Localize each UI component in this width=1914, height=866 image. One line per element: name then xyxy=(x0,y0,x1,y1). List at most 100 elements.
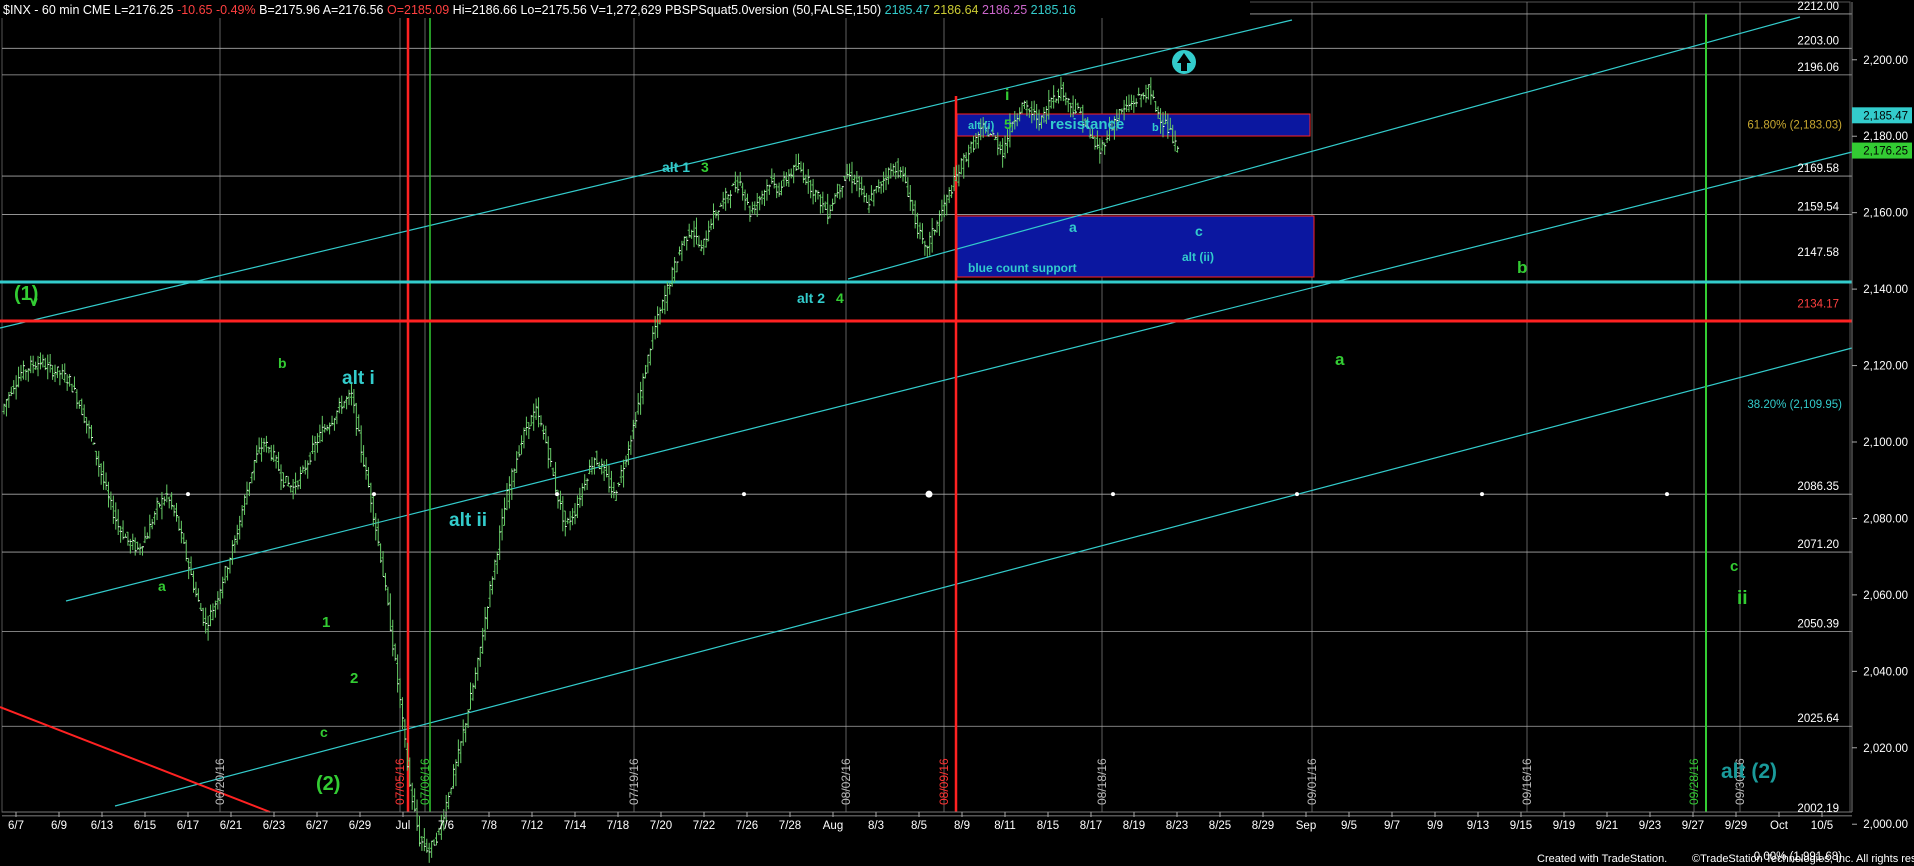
wave-label: c xyxy=(320,724,328,740)
x-tick-label: 8/19 xyxy=(1123,820,1145,832)
y-tick-label: 2,000.00 xyxy=(1863,819,1908,831)
dot-marker xyxy=(1295,492,1299,497)
wave-label: alt ii xyxy=(449,510,487,531)
box-label-alt-i: alt (i) xyxy=(968,120,995,132)
dot-marker xyxy=(925,490,933,498)
footer-copyright: ©TradeStation Technologies, Inc. All rig… xyxy=(1692,853,1914,865)
dot-marker xyxy=(1111,492,1115,497)
dot-marker xyxy=(1480,492,1484,497)
wave-label: v xyxy=(30,293,38,309)
dot-marker xyxy=(555,492,559,497)
date-label: 09/01/16 xyxy=(1305,758,1319,805)
x-tick-label: 8/9 xyxy=(954,820,970,832)
y-tick-label: 2,140.00 xyxy=(1863,284,1908,296)
footer-created: Created with TradeStation. xyxy=(1537,853,1667,865)
y-tick-label: 2,040.00 xyxy=(1863,666,1908,678)
level-label: 2086.35 xyxy=(1797,481,1839,493)
wave-label: ii xyxy=(1737,588,1748,609)
x-tick-label: 8/11 xyxy=(994,820,1016,832)
date-label: 09/28/16 xyxy=(1687,758,1701,805)
wave-label: 4 xyxy=(836,290,844,306)
x-tick-label: 9/23 xyxy=(1639,820,1661,832)
x-tick-label: 6/7 xyxy=(8,820,24,832)
price-flag-label: 2,185.47 xyxy=(1863,110,1908,122)
wave-label: alt 1 xyxy=(662,159,690,175)
level-label: 2071.20 xyxy=(1797,539,1839,551)
level-label: 2147.58 xyxy=(1797,247,1839,259)
x-tick-label: 8/15 xyxy=(1037,820,1059,832)
wave-label: i xyxy=(1005,87,1009,104)
y-tick-label: 2,020.00 xyxy=(1863,743,1908,755)
x-tick-label: Aug xyxy=(823,820,843,832)
chart-header: $INX - 60 min CME L=2176.25 -10.65 -0.49… xyxy=(0,0,1250,18)
x-tick-label: Sep xyxy=(1296,820,1316,832)
x-tick-label: 8/3 xyxy=(868,820,884,832)
x-tick-label: 7/26 xyxy=(736,820,758,832)
level-label: 2025.64 xyxy=(1797,713,1839,725)
wave-label: (2) xyxy=(316,773,340,795)
x-tick-label: 6/15 xyxy=(134,820,156,832)
level-label: 2196.06 xyxy=(1797,62,1839,74)
level-label: 2134.17 xyxy=(1797,298,1839,310)
x-tick-label: 7/14 xyxy=(564,820,587,832)
dot-marker xyxy=(1665,492,1669,497)
dot-marker xyxy=(372,492,376,497)
y-tick-label: 2,100.00 xyxy=(1863,437,1908,449)
x-tick-label: 8/25 xyxy=(1209,820,1231,832)
x-tick-label: 9/13 xyxy=(1467,820,1489,832)
x-tick-label: 6/13 xyxy=(91,820,113,832)
wave-label: b xyxy=(278,355,287,371)
x-tick-label: 7/6 xyxy=(438,820,454,832)
date-label: 08/09/16 xyxy=(937,758,951,805)
dot-marker xyxy=(186,492,190,497)
date-label: 07/05/16 xyxy=(393,758,407,805)
y-tick-label: 2,180.00 xyxy=(1863,131,1908,143)
level-label: 2002.19 xyxy=(1797,803,1839,815)
x-tick-label: 9/29 xyxy=(1725,820,1747,832)
box-label-resistance: resistance xyxy=(1050,116,1124,133)
box-label-b: b xyxy=(1152,122,1159,134)
date-label: 06/20/16 xyxy=(213,758,227,805)
y-tick-label: 2,080.00 xyxy=(1863,513,1908,525)
wave-label: 2 xyxy=(350,670,358,687)
x-tick-label: 6/17 xyxy=(177,820,199,832)
box-label-alt-ii: alt (ii) xyxy=(1182,250,1214,264)
x-tick-label: 8/17 xyxy=(1080,820,1102,832)
x-tick-label: Oct xyxy=(1770,820,1789,832)
x-tick-label: 8/23 xyxy=(1166,820,1188,832)
price-flag-label: 2,176.25 xyxy=(1863,146,1908,158)
x-tick-label: 7/18 xyxy=(607,820,629,832)
date-label: 08/18/16 xyxy=(1095,758,1109,805)
wave-label: alt 2 xyxy=(797,290,825,306)
wave-label: alt (2) xyxy=(1721,760,1777,783)
x-tick-label: 7/20 xyxy=(650,820,672,832)
y-tick-label: 2,120.00 xyxy=(1863,361,1908,373)
x-tick-label: 9/7 xyxy=(1384,820,1400,832)
x-tick-label: 9/27 xyxy=(1682,820,1704,832)
x-tick-label: 6/27 xyxy=(306,820,328,832)
wave-label: c xyxy=(1195,223,1203,239)
x-tick-label: 9/19 xyxy=(1553,820,1575,832)
x-tick-label: 7/28 xyxy=(779,820,801,832)
x-tick-label: 9/21 xyxy=(1596,820,1618,832)
wave-label: 5 xyxy=(1004,116,1012,132)
x-tick-label: 8/5 xyxy=(911,820,927,832)
header-quote-text: $INX - 60 min CME L=2176.25 -10.65 -0.49… xyxy=(3,3,1076,17)
date-label: 09/16/16 xyxy=(1520,758,1534,805)
x-tick-label: 8/29 xyxy=(1252,820,1274,832)
y-tick-label: 2,200.00 xyxy=(1863,55,1908,67)
date-label: 07/06/16 xyxy=(418,758,432,805)
wave-label: b xyxy=(1517,258,1527,277)
x-tick-label: 6/21 xyxy=(220,820,242,832)
wave-label: 1 xyxy=(322,614,330,631)
wave-label: a xyxy=(1335,350,1345,369)
x-tick-label: 7/8 xyxy=(481,820,497,832)
date-label: 08/02/16 xyxy=(839,758,853,805)
price-chart[interactable]: 1,980.002,000.002,020.002,040.002,060.00… xyxy=(0,0,1914,866)
x-tick-label: 10/5 xyxy=(1811,820,1833,832)
date-label: 07/19/16 xyxy=(627,758,641,805)
x-tick-label: 9/15 xyxy=(1510,820,1532,832)
wave-label: a xyxy=(1069,219,1077,235)
x-tick-label: 9/5 xyxy=(1341,820,1357,832)
box-label-support: blue count support xyxy=(968,261,1077,275)
